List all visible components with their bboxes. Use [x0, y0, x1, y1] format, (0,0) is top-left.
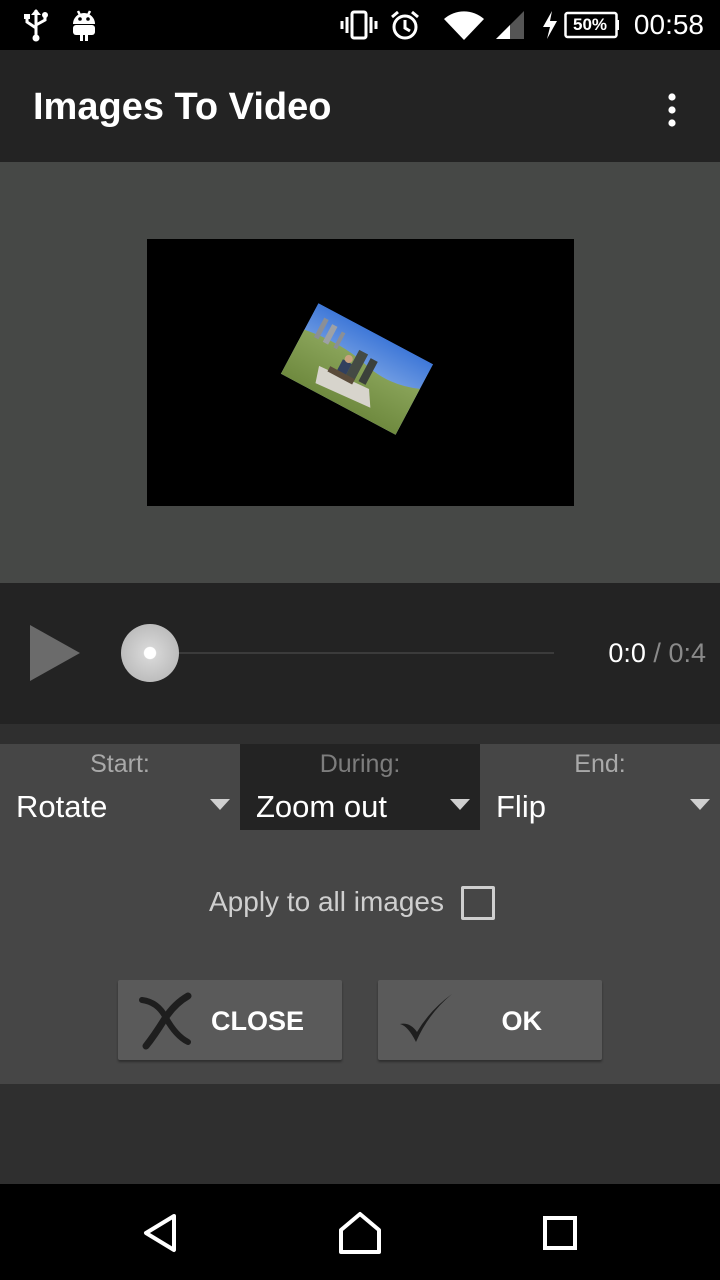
- total-time: 0:4: [668, 638, 706, 668]
- signal-icon: [494, 0, 526, 50]
- app-title: Images To Video: [33, 86, 332, 128]
- preview-area: [0, 162, 720, 583]
- battery-percent: 50%: [573, 15, 608, 34]
- vibrate-icon: [340, 0, 378, 50]
- dropdown-arrow-icon: [210, 799, 230, 810]
- back-button[interactable]: [136, 1208, 186, 1258]
- player-controls: 0:0 / 0:4: [0, 583, 720, 724]
- video-preview: [147, 239, 574, 506]
- ok-label: OK: [501, 1006, 543, 1036]
- end-label: End:: [574, 750, 626, 778]
- transition-selectors: Start: Rotate During: Zoom out End: Flip: [0, 744, 720, 830]
- dropdown-arrow-icon: [690, 799, 710, 810]
- transition-dialog: Apply to all images CLOSE OK: [0, 830, 720, 1084]
- playback-time: 0:0 / 0:4: [608, 583, 706, 724]
- home-icon: [339, 1212, 381, 1254]
- ok-button[interactable]: OK: [378, 980, 602, 1060]
- dropdown-arrow-icon: [450, 799, 470, 810]
- apply-all-checkbox[interactable]: [461, 886, 495, 920]
- end-transition-spinner[interactable]: End: Flip: [480, 744, 720, 830]
- play-icon: [30, 625, 80, 681]
- recents-icon: [543, 1216, 577, 1250]
- navigation-bar: [0, 1184, 720, 1280]
- close-label: CLOSE: [210, 1006, 304, 1036]
- close-button[interactable]: CLOSE: [118, 980, 342, 1060]
- during-label: During:: [319, 750, 401, 778]
- start-label: Start:: [90, 750, 150, 778]
- divider: [0, 724, 720, 744]
- during-value: Zoom out: [256, 789, 387, 824]
- back-icon: [144, 1214, 176, 1252]
- android-debug-icon: [70, 0, 98, 50]
- start-value: Rotate: [16, 789, 108, 824]
- overflow-menu-button[interactable]: [648, 86, 696, 134]
- play-button[interactable]: [26, 623, 86, 683]
- alarm-icon: [389, 0, 421, 50]
- seek-bar-thumb[interactable]: [121, 624, 179, 682]
- home-button[interactable]: [335, 1208, 385, 1258]
- app-bar: Images To Video: [0, 50, 720, 162]
- wifi-icon: [443, 0, 485, 50]
- battery-icon: 50%: [564, 0, 619, 50]
- apply-all-label: Apply to all images: [209, 886, 445, 917]
- during-transition-spinner[interactable]: During: Zoom out: [240, 744, 480, 830]
- status-clock: 00:58: [633, 9, 704, 40]
- start-transition-spinner[interactable]: Start: Rotate: [0, 744, 240, 830]
- end-value: Flip: [496, 789, 546, 824]
- usb-icon: [22, 0, 50, 50]
- seek-bar-track[interactable]: [150, 652, 554, 654]
- background: [0, 1084, 720, 1184]
- recents-button[interactable]: [535, 1208, 585, 1258]
- time-separator: /: [653, 638, 661, 668]
- overflow-menu-icon: [668, 93, 676, 127]
- charging-icon: [540, 0, 560, 50]
- apply-all-row: Apply to all images: [0, 882, 720, 926]
- current-time: 0:0: [608, 638, 646, 668]
- status-bar: 50% 00:58: [0, 0, 720, 50]
- close-x-icon: [139, 992, 192, 1050]
- checkmark-icon: [400, 994, 452, 1042]
- preview-image: [280, 303, 434, 435]
